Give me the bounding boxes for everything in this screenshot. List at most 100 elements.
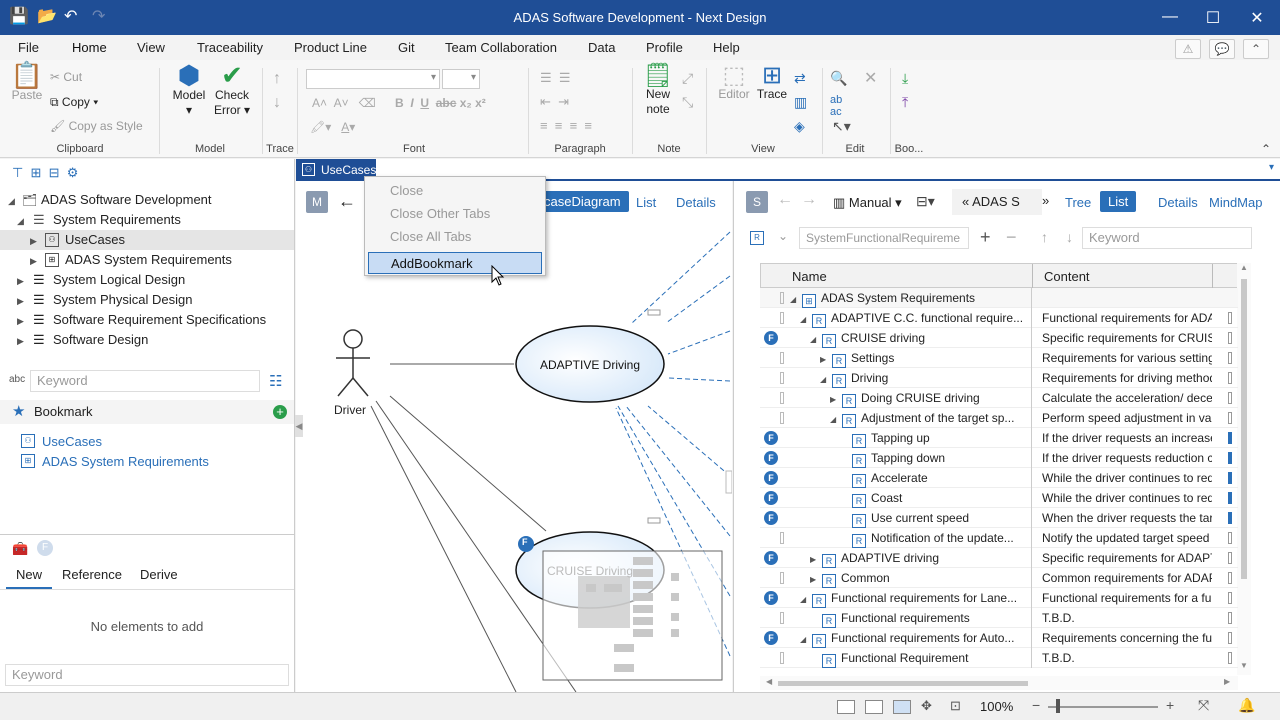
tree-item-software-design[interactable]: ▶ ☰ Software Design [0,330,294,350]
row-content[interactable]: Specific requirements for CRUISE [1042,328,1212,348]
table-row[interactable]: F ◢ R Functional requirements for Lane... Fu… [760,588,1238,608]
table-row[interactable]: F R Coast While the driver continues to re… [760,488,1238,508]
comment-icon[interactable]: 💬 [1209,39,1235,59]
menu-traceability[interactable]: Traceability [197,40,263,55]
back-arrow-icon[interactable]: ← [338,191,356,212]
grid-search-input[interactable]: Keyword [1082,227,1252,249]
table-row[interactable]: ▶ R Settings Requirements for various setti… [760,348,1238,368]
spacer[interactable] [810,650,820,670]
expand-arrow-icon[interactable]: ▶ [17,291,24,311]
row-content[interactable]: While the driver continues to req [1042,488,1212,508]
expand-arrow-icon[interactable]: ▶ [810,550,820,570]
spacer[interactable] [840,490,850,510]
row-content[interactable]: Requirements for various setting [1042,348,1212,368]
hscrollbar-thumb[interactable] [778,681,1028,686]
collapse-ribbon-icon[interactable]: ⌃ [1243,39,1269,59]
scrollbar-thumb[interactable] [1241,279,1247,579]
table-row[interactable]: F R Use current speed When the driver requ… [760,508,1238,528]
layout-single-icon[interactable] [837,700,855,714]
expand-arrow-icon[interactable]: ▶ [820,350,830,370]
expand-arrow-icon[interactable]: ▶ [17,311,24,331]
find-icon[interactable]: 🔍 [830,70,847,87]
view-tab-diagram[interactable]: caseDiagram [536,191,629,212]
fit-icon[interactable]: ⊡ [950,698,961,714]
tab-new[interactable]: New [16,567,42,582]
tab-derive[interactable]: Derive [140,567,178,582]
spacer[interactable] [840,510,850,530]
row-content[interactable]: Calculate the acceleration/ decel [1042,388,1212,408]
zoom-slider[interactable] [1048,706,1158,708]
menu-data[interactable]: Data [588,40,615,55]
model-mode-button[interactable]: M [306,191,328,213]
new-note-button[interactable]: 🗒 New note [640,64,676,117]
zoom-slider-thumb[interactable] [1056,699,1060,713]
row-content[interactable]: Functional requirements for a fu [1042,588,1212,608]
tree-item-adas-software-development[interactable]: ◢ 🗂 ADAS Software Development [0,190,294,210]
table-row[interactable]: F R Tapping up If the driver requests an i… [760,428,1238,448]
view-tab-mindmap[interactable]: MindMap [1209,195,1262,210]
expand-arrow-icon[interactable]: ▶ [30,251,37,271]
row-content[interactable]: Perform speed adjustment in var [1042,408,1212,428]
table-row[interactable]: F ◢ R Functional requirements for Auto... Re… [760,628,1238,648]
font-family-combo[interactable]: ▾ [306,69,440,89]
hierarchy-icon[interactable]: ⊟▾ [916,193,935,210]
row-content[interactable]: T.B.D. [1042,648,1212,668]
tree-item-usecases[interactable]: ▶ ⚇ UseCases [0,230,294,250]
requirement-type-icon[interactable]: R [750,231,764,245]
toolbox-icon[interactable]: 🧰 [12,541,28,557]
row-content[interactable]: If the driver requests an increase [1042,428,1212,448]
scroll-left-icon[interactable]: ◀ [766,677,772,686]
view-tab-list[interactable]: List [636,195,656,210]
table-row[interactable]: ▶ R Doing CRUISE driving Calculate the acce… [760,388,1238,408]
navigator-toolbar-icons[interactable]: ⊤ ⊞ ⊟ ⚙ [12,165,78,181]
add-row-icon[interactable]: + [980,227,991,248]
add-bookmark-icon[interactable]: + [273,405,287,419]
layout-icon[interactable]: ▥ [794,94,807,111]
collapse-arrow-icon[interactable]: ◢ [830,410,840,430]
table-row[interactable]: R Notification of the update... Notify the… [760,528,1238,548]
collapse-icon[interactable]: ⌃ [1261,142,1271,156]
upload-icon[interactable]: ⤒ [902,94,908,111]
collapse-arrow-icon[interactable]: ◢ [820,370,830,390]
spacer[interactable] [840,450,850,470]
layout-horizontal-icon[interactable] [865,700,883,714]
spacer[interactable] [840,430,850,450]
bookmark-usecases[interactable]: UseCases [42,434,102,449]
check-error-button[interactable]: ✔ Check Error ▾ [212,62,252,118]
scroll-up-icon[interactable]: ▲ [1240,263,1248,272]
minimize-icon[interactable]: — [1155,8,1185,26]
table-row[interactable]: ◢ R ADAPTIVE C.C. functional require... Fun… [760,308,1238,328]
row-content[interactable]: Specific requirements for ADAPT [1042,548,1212,568]
maximize-icon[interactable]: ☐ [1198,8,1228,28]
scroll-right-icon[interactable]: ▶ [1224,677,1230,686]
collapse-arrow-icon[interactable]: ◢ [8,191,15,211]
expand-arrow-icon[interactable]: ▶ [17,271,24,291]
menu-home[interactable]: Home [70,40,109,62]
table-row[interactable]: ▶ R Common Common requirements for ADAP [760,568,1238,588]
column-content[interactable]: Content [1044,269,1090,284]
spacer[interactable] [840,530,850,550]
view-tab-details[interactable]: Details [676,195,716,210]
breadcrumb[interactable]: « ADAS S [952,189,1042,215]
tree-search-input[interactable]: Keyword [30,370,260,392]
tree-item-adas-system-requirements[interactable]: ▶ ⊞ ADAS System Requirements [0,250,294,270]
row-content[interactable]: Notify the updated target speed [1042,528,1212,548]
expand-arrow-icon[interactable]: ▶ [17,331,24,351]
collapse-arrow-icon[interactable]: ◢ [800,590,810,610]
table-row[interactable]: R Functional Requirement T.B.D. [760,648,1238,668]
copy-button[interactable]: ⧉ Copy ▾ [50,95,98,110]
menu-git[interactable]: Git [398,40,415,55]
row-content[interactable]: If the driver requests reduction c [1042,448,1212,468]
column-divider[interactable] [1032,264,1033,288]
bookmark-adas-system-requirements[interactable]: ADAS System Requirements [42,454,209,469]
select-icon[interactable]: ↖▾ [832,118,851,135]
layout-vertical-icon[interactable] [893,700,911,714]
usecase-cruise-driving-label[interactable]: CRUISE Driving [518,564,662,578]
notification-bell-icon[interactable]: 🔔 [1238,697,1255,714]
scroll-down-icon[interactable]: ▼ [1240,661,1248,670]
menu-view[interactable]: View [137,40,165,55]
row-content[interactable]: T.B.D. [1042,608,1212,628]
bottom-search-input[interactable]: Keyword [5,664,289,686]
tab-list-icon[interactable]: ▾ [1269,162,1274,173]
pan-icon[interactable]: ✥ [921,698,932,714]
